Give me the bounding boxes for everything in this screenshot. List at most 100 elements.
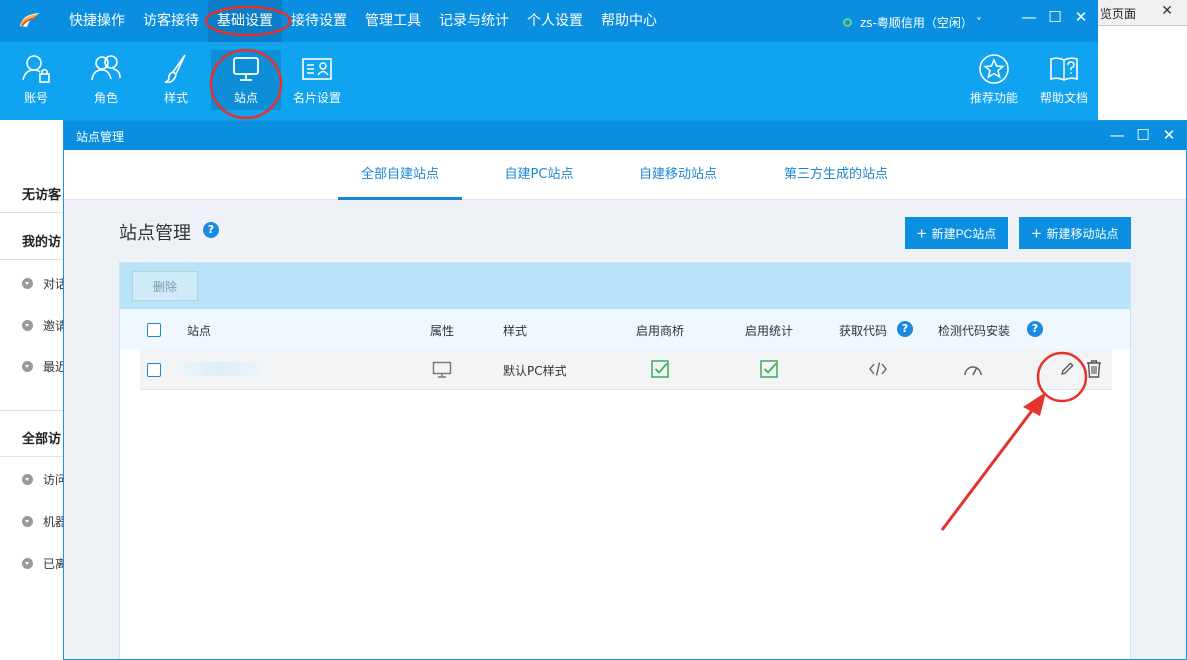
sidebar-item-visiting[interactable]: 访问 (22, 471, 67, 488)
minimize-icon[interactable]: — (1016, 8, 1042, 26)
sidebar-item-left[interactable]: 已离 (22, 555, 67, 572)
top-menubar: 快捷操作 访客接待 基础设置 接待设置 管理工具 记录与统计 个人设置 帮助中心… (0, 0, 1098, 42)
expand-icon (22, 516, 33, 527)
shangqiao-checked-icon[interactable] (651, 360, 669, 378)
close-icon[interactable]: ✕ (1068, 8, 1094, 26)
trash-icon[interactable] (1085, 359, 1103, 379)
site-management-dialog: 站点管理 — ☐ ✕ 全部自建站点 自建PC站点 自建移动站点 第三方生成的站点… (63, 120, 1187, 660)
menu-visitor-reception[interactable]: 访客接待 (134, 0, 208, 42)
select-all-checkbox[interactable] (147, 323, 161, 337)
account-icon (22, 55, 50, 83)
toolbar-recommended[interactable]: 推荐功能 (958, 52, 1030, 106)
toolbar-card-settings[interactable]: 名片设置 (281, 52, 353, 106)
menu-reception-settings[interactable]: 接待设置 (282, 0, 356, 42)
sidebar-divider (0, 259, 63, 260)
left-sidebar: 无访客 我的访 对话 邀请 最近 全部访 访问 机器 已离 (0, 120, 67, 660)
chevron-down-icon: ˅ (975, 15, 982, 30)
site-table-panel: 删除 站点 属性 样式 启用商桥 启用统计 获取代码 ? 检测代码安装 ? 默认… (119, 262, 1131, 659)
help-icon[interactable]: ? (897, 321, 913, 337)
menu-management-tools[interactable]: 管理工具 (356, 0, 430, 42)
gauge-icon[interactable] (963, 361, 983, 377)
app-logo-icon (20, 13, 40, 27)
toolbar-style[interactable]: 样式 (141, 52, 211, 106)
minimize-icon[interactable]: — (1104, 126, 1130, 144)
close-icon[interactable]: ✕ (1156, 126, 1182, 144)
tab-third-party-sites[interactable]: 第三方生成的站点 (769, 150, 903, 200)
toolbar-help-docs[interactable]: 帮助文档 (1028, 52, 1100, 106)
help-icon[interactable]: ? (1027, 321, 1043, 337)
monitor-icon (432, 361, 452, 378)
sidebar-group-all-visitors[interactable]: 全部访 (22, 428, 61, 447)
menu-help-center[interactable]: 帮助中心 (592, 0, 666, 42)
header-stats: 启用统计 (745, 324, 794, 338)
toolbar-card-settings-label: 名片设置 (292, 91, 341, 105)
toolbar-style-label: 样式 (163, 91, 188, 105)
new-mobile-site-label: 新建移动站点 (1046, 226, 1119, 241)
help-icon[interactable]: ? (203, 222, 219, 238)
delete-button[interactable]: 删除 (132, 271, 198, 301)
dialog-title: 站点管理 (76, 130, 125, 144)
maximize-icon[interactable]: ☐ (1042, 8, 1068, 26)
header-get-code: 获取代码 (839, 324, 888, 338)
toolbar-role-label: 角色 (93, 91, 118, 105)
edit-icon[interactable] (1059, 361, 1075, 377)
expand-icon (22, 474, 33, 485)
row-checkbox[interactable] (147, 363, 161, 377)
header-site: 站点 (187, 324, 212, 338)
sidebar-item-machine[interactable]: 机器 (22, 513, 67, 530)
site-name-redacted (182, 362, 258, 376)
dialog-content: 站点管理 ? + 新建PC站点 + 新建移动站点 删除 站点 属性 样式 启用商… (64, 200, 1186, 659)
site-tabs: 全部自建站点 自建PC站点 自建移动站点 第三方生成的站点 (64, 150, 1186, 200)
toolbar-account[interactable]: 账号 (1, 52, 71, 106)
new-pc-site-label: 新建PC站点 (931, 226, 997, 241)
table-action-bar: 删除 (120, 263, 1130, 309)
page-title: 站点管理 (119, 223, 191, 244)
expand-icon (22, 320, 33, 331)
toolbar-role[interactable]: 角色 (71, 52, 141, 106)
tab-all-sites[interactable]: 全部自建站点 (338, 150, 462, 200)
card-icon (302, 58, 332, 80)
sidebar-item-recent[interactable]: 最近 (22, 358, 67, 375)
header-style: 样式 (503, 324, 528, 338)
menu-personal-settings[interactable]: 个人设置 (518, 0, 592, 42)
user-status-label: zs-粤顺信用（空闲） (860, 16, 973, 30)
header-shangqiao: 启用商桥 (636, 324, 685, 338)
stats-checked-icon[interactable] (760, 360, 778, 378)
new-pc-site-button[interactable]: + 新建PC站点 (905, 217, 1008, 249)
toolbar-site[interactable]: 站点 (211, 50, 281, 110)
sidebar-item-invite[interactable]: 邀请 (22, 317, 67, 334)
menu-basic-settings[interactable]: 基础设置 (208, 0, 282, 42)
expand-icon (22, 361, 33, 372)
sidebar-item-chat[interactable]: 对话 (22, 275, 67, 292)
menu-records-stats[interactable]: 记录与统计 (430, 0, 518, 42)
maximize-icon[interactable]: ☐ (1130, 126, 1156, 144)
header-attribute: 属性 (430, 324, 455, 338)
background-window-title: 览页面 (1100, 7, 1137, 21)
status-online-icon (843, 18, 852, 27)
settings-toolbar: 账号 角色 样式 站点 名片设置 推荐功能 帮助文档 (0, 42, 1098, 120)
toolbar-recommended-label: 推荐功能 (969, 91, 1018, 105)
role-icon (91, 55, 121, 81)
sidebar-group-no-visitor[interactable]: 无访客 (22, 184, 61, 203)
user-status[interactable]: zs-粤顺信用（空闲） ˅ (843, 14, 982, 31)
new-mobile-site-button[interactable]: + 新建移动站点 (1019, 217, 1131, 249)
tab-pc-sites[interactable]: 自建PC站点 (486, 150, 592, 200)
header-check-code: 检测代码安装 (938, 324, 1011, 338)
sidebar-divider (0, 456, 63, 457)
code-icon[interactable] (869, 361, 887, 377)
background-window-area (1098, 26, 1187, 122)
monitor-icon (233, 57, 259, 81)
menu-quick-ops[interactable]: 快捷操作 (60, 0, 134, 42)
expand-icon (22, 558, 33, 569)
background-window-close-icon[interactable]: ✕ (1161, 3, 1173, 19)
sidebar-divider (0, 212, 63, 213)
background-window-tab[interactable]: 览页面 ✕ (1098, 0, 1187, 26)
brush-icon (164, 54, 186, 84)
star-icon (979, 54, 1009, 84)
help-doc-icon (1050, 57, 1078, 81)
sidebar-divider (0, 410, 63, 411)
tab-mobile-sites[interactable]: 自建移动站点 (626, 150, 730, 200)
dialog-titlebar[interactable]: 站点管理 — ☐ ✕ (64, 121, 1186, 150)
sidebar-group-my-visitors[interactable]: 我的访 (22, 231, 61, 250)
dialog-window-controls: — ☐ ✕ (1104, 126, 1182, 144)
